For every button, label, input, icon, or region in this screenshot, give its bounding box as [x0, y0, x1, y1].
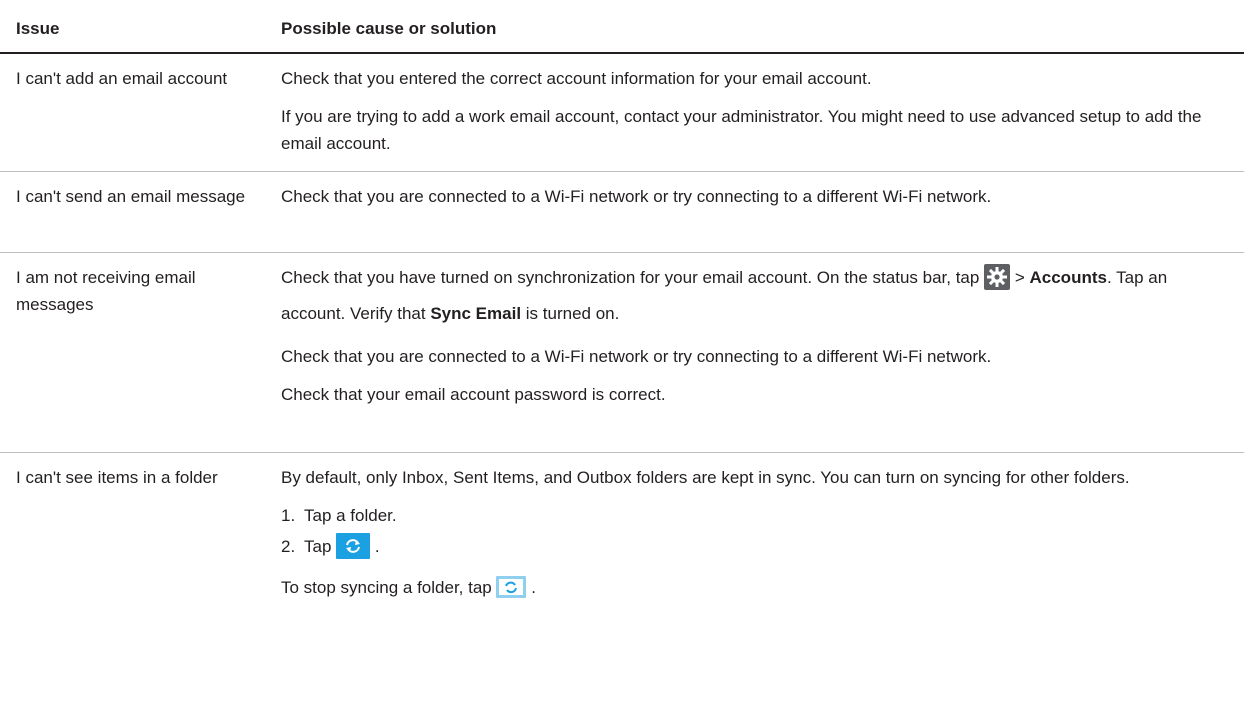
- solution-cell: Check that you entered the correct accou…: [281, 54, 1244, 171]
- text-run: To stop syncing a folder, tap: [281, 578, 492, 597]
- list-item: 1. Tap a folder.: [281, 502, 1228, 529]
- folder-stop-sync-icon: [496, 576, 527, 598]
- table-row: I can't add an email account Check that …: [0, 54, 1244, 172]
- step-text: Tap a folder.: [304, 506, 397, 525]
- list-item: 2. Tap .: [281, 533, 1228, 560]
- text-run: Tap: [304, 537, 332, 556]
- step-number: 2.: [281, 537, 296, 556]
- sync-email-label: Sync Email: [430, 304, 522, 323]
- text-run: is turned on.: [525, 304, 620, 323]
- text-run: .: [531, 578, 536, 597]
- text-run: Check that you have turned on synchroniz…: [281, 268, 980, 287]
- solution-paragraph: Check that you entered the correct accou…: [281, 69, 872, 88]
- accounts-label: Accounts: [1029, 268, 1107, 287]
- table-row: I can't send an email message Check that…: [0, 172, 1244, 253]
- solution-paragraph: Check that you have turned on synchroniz…: [281, 260, 1228, 332]
- table-header: Issue Possible cause or solution: [0, 0, 1244, 54]
- gear-icon: [984, 264, 1011, 290]
- steps-list: 1. Tap a folder. 2. Tap .: [281, 502, 1228, 560]
- table-row: I can't see items in a folder By default…: [0, 453, 1244, 612]
- solution-paragraph: By default, only Inbox, Sent Items, and …: [281, 468, 1130, 487]
- text-run: .: [374, 537, 380, 556]
- text-run: >: [1014, 268, 1025, 287]
- solution-paragraph: Check that your email account password i…: [281, 385, 666, 404]
- solution-cell: By default, only Inbox, Sent Items, and …: [281, 453, 1244, 612]
- solution-paragraph: To stop syncing a folder, tap .: [281, 574, 1228, 601]
- troubleshooting-table: Issue Possible cause or solution I can't…: [0, 0, 1244, 612]
- issue-cell: I can't send an email message: [16, 187, 246, 206]
- solution-column-header: Possible cause or solution: [281, 19, 497, 38]
- issue-cell: I am not receiving email messages: [16, 268, 196, 314]
- solution-paragraph: Check that you are connected to a Wi-Fi …: [281, 347, 992, 366]
- issue-column-header: Issue: [16, 19, 60, 38]
- solution-cell: Check that you are connected to a Wi-Fi …: [281, 172, 1244, 252]
- step-text: Tap .: [304, 533, 380, 560]
- step-number: 1.: [281, 506, 296, 525]
- folder-sync-icon: [336, 533, 371, 559]
- solution-paragraph: Check that you are connected to a Wi-Fi …: [281, 187, 992, 206]
- table-row: I am not receiving email messages Check …: [0, 253, 1244, 453]
- issue-cell: I can't see items in a folder: [16, 468, 218, 487]
- solution-cell: Check that you have turned on synchroniz…: [281, 253, 1244, 452]
- issue-cell: I can't add an email account: [16, 69, 228, 88]
- solution-paragraph: If you are trying to add a work email ac…: [281, 107, 1202, 153]
